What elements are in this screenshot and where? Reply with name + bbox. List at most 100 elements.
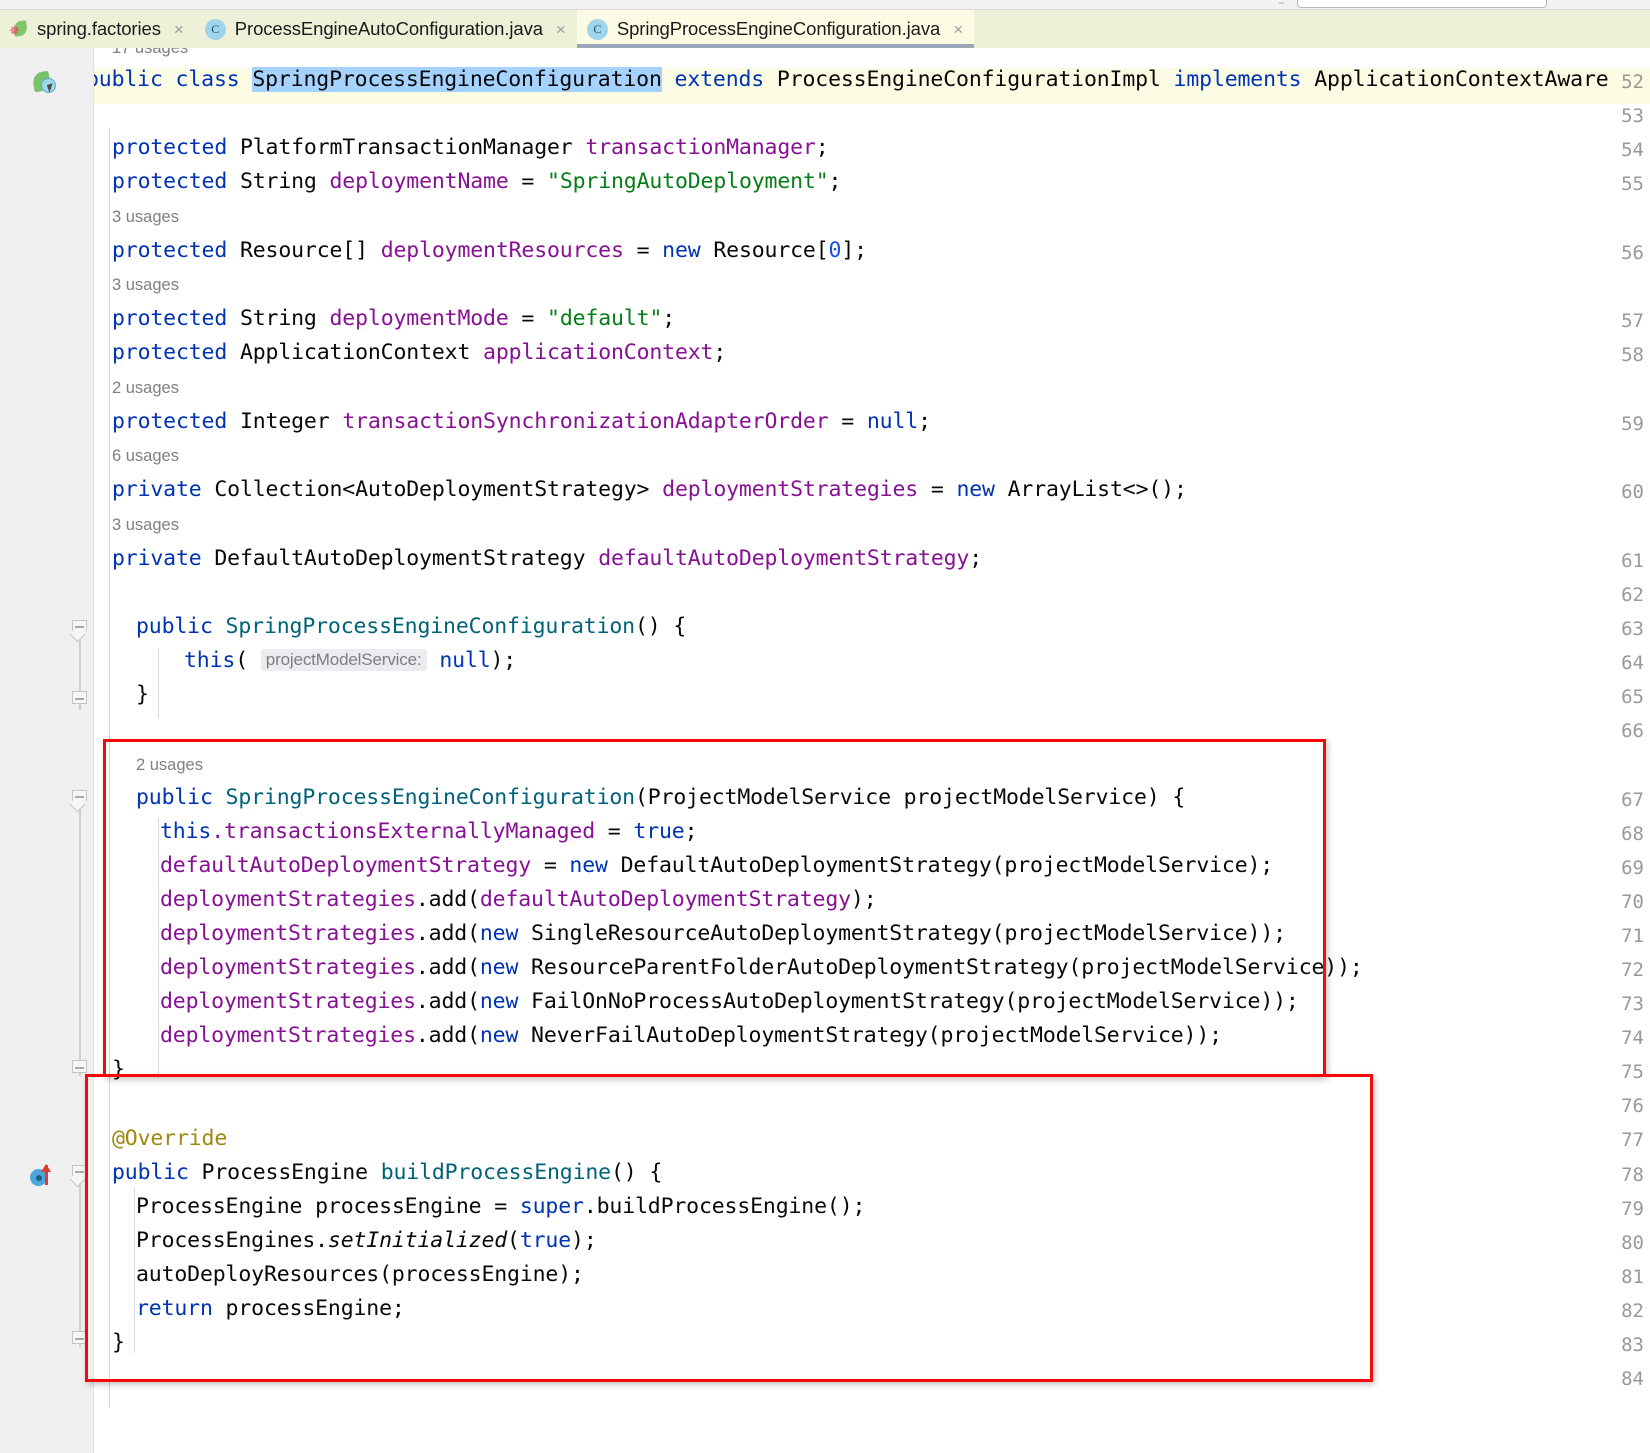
token-expr: ProcessEngine processEngine =	[136, 1194, 520, 1219]
token-punct: ;	[815, 135, 829, 160]
fold-collapse-marker-78[interactable]	[69, 1165, 87, 1188]
search-everywhere-field[interactable]	[1297, 0, 1547, 8]
token-keyword: null	[426, 648, 491, 673]
fold-collapse-marker-63[interactable]	[69, 620, 87, 643]
code-line-60: private Collection<AutoDeploymentStrateg…	[112, 478, 1187, 502]
line-number-gutter[interactable]	[0, 48, 66, 1453]
code-editor[interactable]: 52 53 54 55 56 57 58 59 60 61 62 63 64 6…	[0, 48, 1650, 1453]
indent-guide	[109, 128, 110, 1408]
token-type: String	[227, 306, 330, 331]
token-op: =	[918, 477, 957, 502]
token-field: applicationContext	[483, 340, 714, 365]
usages-hint[interactable]: 2 usages	[112, 379, 179, 398]
usages-hint[interactable]: 3 usages	[112, 208, 179, 227]
token-type: ProcessEngine	[188, 1160, 381, 1185]
token-keyword: new	[956, 477, 995, 502]
token-expr: ResourceParentFolderAutoDeploymentStrate…	[518, 955, 1363, 980]
code-surface[interactable]: 17 usages public class SpringProcessEngi…	[94, 48, 1650, 1453]
token-op: =	[828, 409, 867, 434]
code-line-73: deploymentStrategies.add(new FailOnNoPro…	[160, 990, 1299, 1014]
token-string: "SpringAutoDeployment"	[547, 169, 829, 194]
usages-hint[interactable]: 2 usages	[136, 756, 203, 775]
token-field: deploymentStrategies	[160, 955, 416, 980]
tab-spring-factories[interactable]: ✵ spring.factories ×	[0, 10, 195, 48]
token-type: Resource[]	[227, 238, 381, 263]
fold-collapse-marker-67[interactable]	[69, 790, 87, 813]
token-field: transactionManager	[585, 135, 816, 160]
tab-close-icon[interactable]: ×	[174, 21, 184, 38]
token-field: deploymentStrategies	[160, 1023, 416, 1048]
tab-process-engine-auto-configuration[interactable]: C ProcessEngineAutoConfiguration.java ×	[194, 10, 577, 48]
token-field: transactionSynchronizationAdapterOrder	[342, 409, 829, 434]
token-type: DefaultAutoDeploymentStrategy	[201, 546, 599, 571]
inlay-parameter-hint[interactable]: projectModelService:	[260, 649, 427, 671]
token-op: =	[623, 238, 663, 263]
token-call: .add(	[415, 989, 480, 1014]
fold-end-marker-75[interactable]	[72, 1060, 87, 1077]
token-number: 0	[828, 238, 842, 263]
ide-window: ✵ spring.factories × C ProcessEngineAuto…	[0, 0, 1650, 1453]
token-keyword: protected	[112, 169, 228, 194]
code-line-71: deploymentStrategies.add(new SingleResou…	[160, 922, 1286, 946]
code-line-78: public ProcessEngine buildProcessEngine(…	[112, 1161, 662, 1185]
code-line-81: autoDeployResources(processEngine);	[136, 1263, 584, 1287]
usages-hint[interactable]: 6 usages	[112, 447, 179, 466]
token-keyword: new	[662, 238, 701, 263]
token-keyword: protected	[112, 340, 228, 365]
tab-close-icon[interactable]: ×	[556, 21, 566, 38]
tab-label: SpringProcessEngineConfiguration.java	[616, 18, 941, 39]
token-keyword: return	[136, 1296, 213, 1321]
token-op: =	[531, 853, 570, 878]
token-keyword: true	[519, 1228, 572, 1253]
token-type: ArrayList<>();	[994, 477, 1187, 502]
token-punct: ;	[662, 306, 675, 331]
token-type: Collection<AutoDeploymentStrategy>	[201, 477, 663, 502]
token-selected-class-name: SpringProcessEngineConfiguration	[252, 67, 662, 92]
token-punct: );	[850, 887, 877, 912]
code-line-52: public class SpringProcessEngineConfigur…	[94, 67, 1609, 92]
fold-end-marker-83[interactable]	[72, 1331, 87, 1348]
token-keyword: new	[479, 1023, 519, 1048]
code-line-83: }	[112, 1331, 125, 1355]
token-type: PlatformTransactionManager	[227, 135, 586, 160]
token-op: =	[595, 819, 634, 844]
token-keyword: protected	[112, 306, 228, 331]
token-type: ProcessEngineConfigurationImpl	[776, 67, 1161, 92]
token-type: ProcessEngines.	[136, 1228, 328, 1253]
usages-hint[interactable]: 17 usages	[112, 48, 188, 58]
token-keyword: this	[160, 819, 212, 844]
code-line-58: protected ApplicationContext application…	[112, 341, 726, 365]
token-keyword: new	[569, 853, 608, 878]
tab-close-icon[interactable]: ×	[953, 21, 963, 38]
code-line-65: }	[136, 683, 149, 707]
token-punct: () {	[610, 1160, 663, 1185]
tab-spring-process-engine-configuration[interactable]: C SpringProcessEngineConfiguration.java …	[576, 10, 975, 48]
token-punct: }	[112, 1057, 125, 1082]
spring-bean-gutter-icon[interactable]	[31, 70, 58, 97]
code-line-67: public SpringProcessEngineConfiguration(…	[136, 786, 1185, 810]
token-keyword: private	[112, 477, 202, 502]
token-keyword: super	[519, 1194, 584, 1219]
token-punct: ;	[684, 819, 698, 844]
fold-end-marker-65[interactable]	[72, 691, 87, 708]
token-keyword: this	[184, 648, 236, 673]
token-field: defaultAutoDeploymentStrategy	[479, 887, 851, 912]
indent-guide	[134, 1188, 135, 1353]
token-keyword: protected	[112, 135, 228, 160]
token-punct: (	[507, 1228, 520, 1253]
token-keyword: new	[479, 921, 519, 946]
token-type: ApplicationContextAware	[1314, 67, 1609, 92]
token-static-method: setInitialized	[327, 1228, 508, 1253]
spring-file-icon: ✵	[9, 20, 28, 38]
token-expr: processEngine;	[212, 1296, 405, 1321]
override-method-gutter-icon[interactable]	[30, 1164, 60, 1189]
code-line-64: this( projectModelService: null);	[184, 649, 516, 674]
usages-hint[interactable]: 3 usages	[112, 276, 179, 295]
usages-hint[interactable]: 3 usages	[112, 516, 179, 535]
fold-region-line	[79, 808, 81, 1076]
token-punct: }	[112, 1330, 125, 1355]
token-punct: );	[490, 648, 517, 673]
token-punct: ];	[841, 238, 867, 263]
java-class-icon: C	[204, 18, 226, 40]
token-keyword: public	[94, 67, 163, 92]
